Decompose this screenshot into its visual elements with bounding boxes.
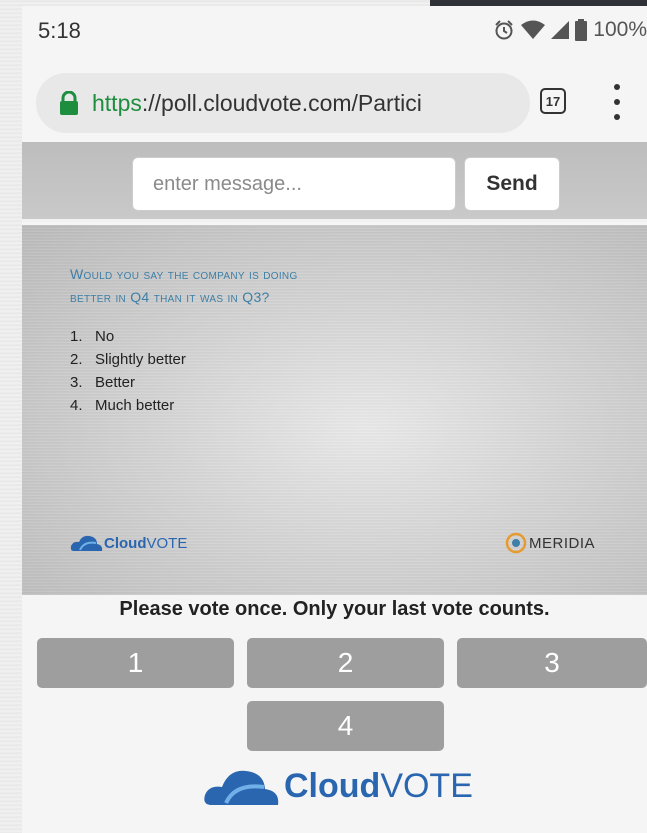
question-line: better in Q4 than it was in Q3? <box>70 289 270 305</box>
answer-option: 2. Slightly better <box>70 348 186 371</box>
menu-dot <box>614 114 620 120</box>
url-scheme: https <box>92 89 142 116</box>
option-text: Much better <box>95 397 175 414</box>
message-bar: Send <box>22 142 647 222</box>
question-line: Would you say the company is doing <box>70 266 298 282</box>
url-path: ://poll.cloudvote.com/Partici <box>141 89 422 116</box>
poll-slide: Would you say the company is doing bette… <box>22 225 647 595</box>
answer-option: 1. No <box>70 325 186 348</box>
vote-button-3[interactable]: 3 <box>457 638 647 688</box>
battery-icon <box>575 19 588 41</box>
tabs-icon[interactable]: 17 <box>540 88 566 114</box>
option-number: 3. <box>70 374 83 391</box>
logo-cloud-text: Cloud <box>104 534 147 552</box>
option-number: 2. <box>70 351 83 368</box>
menu-dot <box>614 99 620 105</box>
browser-toolbar: https://poll.cloudvote.com/Partici 17 <box>22 56 647 142</box>
tab-count: 17 <box>545 93 561 109</box>
poll-question: Would you say the company is doing bette… <box>70 263 490 309</box>
menu-icon[interactable] <box>612 84 622 120</box>
vote-instruction: Please vote once. Only your last vote co… <box>119 598 550 620</box>
signal-icon <box>551 21 570 39</box>
vote-button-2[interactable]: 2 <box>247 638 444 688</box>
message-input[interactable] <box>132 157 456 211</box>
vote-button-1[interactable]: 1 <box>37 638 234 688</box>
url-bar[interactable]: https://poll.cloudvote.com/Partici <box>36 73 530 133</box>
menu-dot <box>614 84 620 90</box>
answer-option: 4. Much better <box>70 394 186 417</box>
option-text: No <box>95 328 115 345</box>
meridia-text: MERIDIA <box>529 534 596 552</box>
vote-button-4[interactable]: 4 <box>247 701 444 751</box>
meridia-mark-icon <box>505 532 527 554</box>
cloudvote-logo: Cloud VOTE <box>70 533 187 553</box>
footer-cloudvote-logo: Cloud VOTE <box>202 763 473 809</box>
battery-percentage: 100% <box>593 18 647 41</box>
option-text: Better <box>95 374 136 391</box>
logo-vote-text: VOTE <box>146 534 188 552</box>
answer-options: 1. No 2. Slightly better 3. Better 4. Much b… <box>70 325 186 417</box>
footer-logo-vote-text: VOTE <box>380 766 473 805</box>
cloud-icon <box>70 535 103 551</box>
option-number: 1. <box>70 328 83 345</box>
wifi-icon <box>521 20 546 39</box>
answer-option: 3. Better <box>70 371 186 394</box>
url-text: https://poll.cloudvote.com/Partici <box>92 90 422 117</box>
cloud-icon <box>204 770 279 805</box>
option-number: 4. <box>70 397 83 414</box>
meridia-logo: MERIDIA <box>505 532 595 554</box>
status-bar: 5:18 100% <box>22 6 647 56</box>
status-time: 5:18 <box>38 18 81 43</box>
alarm-icon <box>495 20 513 40</box>
send-button[interactable]: Send <box>464 157 560 211</box>
option-text: Slightly better <box>95 351 186 368</box>
status-icons: 100% <box>493 16 647 44</box>
footer-logo-cloud-text: Cloud <box>284 766 381 805</box>
phone-screen: 5:18 100% https://poll.cloudvote.com/Par… <box>22 6 647 833</box>
lock-icon <box>60 91 78 115</box>
